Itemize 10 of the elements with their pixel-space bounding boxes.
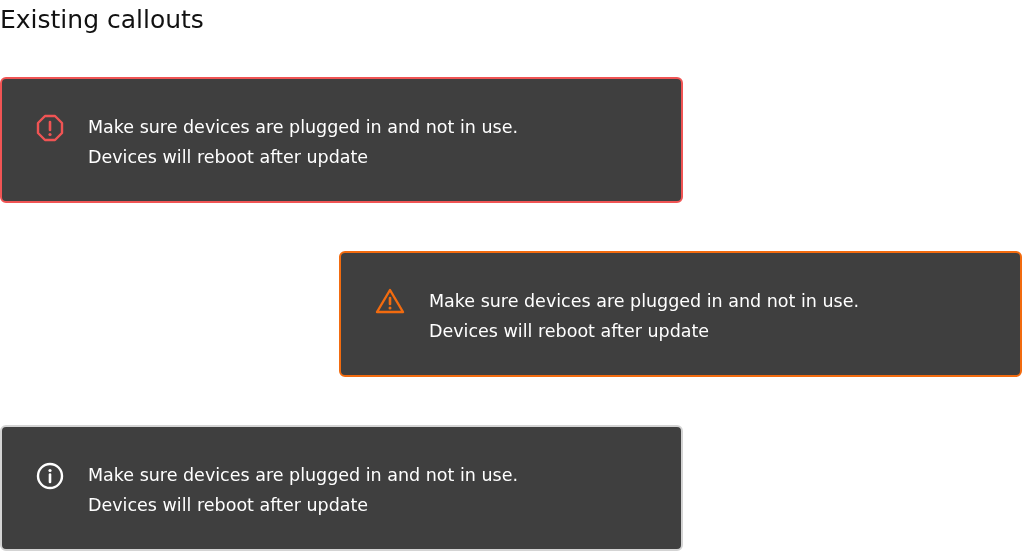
callout-text: Make sure devices are plugged in and not in use. — [429, 290, 860, 313]
warning-icon — [375, 288, 405, 314]
info-icon — [36, 462, 64, 490]
callout-text: Devices will reboot after update — [88, 146, 370, 169]
alert-octagon-icon — [36, 114, 64, 142]
callout-text: Devices will reboot after update — [429, 320, 711, 343]
callout-text: Devices will reboot after update — [88, 494, 370, 517]
callout-text: Make sure devices are plugged in and not in use. — [88, 116, 519, 139]
section-heading: Existing callouts — [0, 4, 204, 36]
callout-text: Make sure devices are plugged in and not in use. — [88, 464, 519, 487]
